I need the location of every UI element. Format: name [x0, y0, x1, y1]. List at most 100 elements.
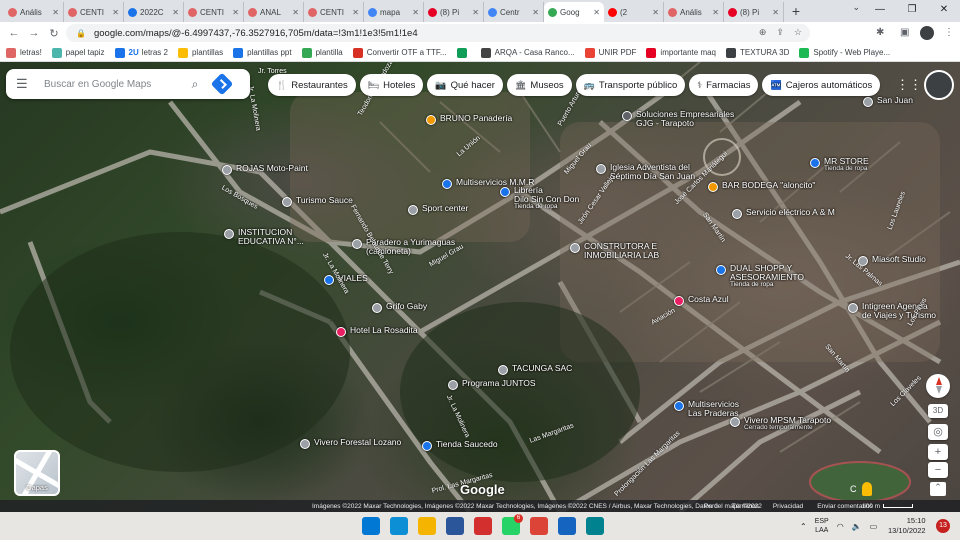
bookmark-item[interactable]: papel tapiz: [51, 47, 105, 58]
tab-close-icon[interactable]: ✕: [472, 8, 479, 17]
new-tab-button[interactable]: +: [784, 2, 808, 22]
place-pin-icon[interactable]: [336, 327, 346, 337]
minimize-icon[interactable]: —: [864, 0, 896, 22]
language-indicator[interactable]: ESP LAA: [815, 517, 829, 535]
back-icon[interactable]: ←: [4, 27, 24, 39]
install-icon[interactable]: ⊕: [759, 27, 767, 38]
place-pin-icon[interactable]: [596, 164, 606, 174]
browser-tab[interactable]: (2 ✕: [604, 2, 664, 22]
profile-avatar[interactable]: [920, 26, 934, 40]
file-explorer-icon[interactable]: [418, 517, 436, 535]
place-pin-icon[interactable]: [372, 303, 382, 313]
bookmark-item[interactable]: importante maq: [646, 47, 716, 58]
tab-close-icon[interactable]: ✕: [52, 8, 59, 17]
place-label[interactable]: Tienda Saucedo: [436, 440, 498, 449]
place-label[interactable]: Miasoft Studio: [872, 255, 926, 264]
edge-icon[interactable]: [390, 517, 408, 535]
browser-tab[interactable]: Goog ✕: [544, 2, 604, 22]
place-pin-icon[interactable]: [674, 296, 684, 306]
chip-farmacias[interactable]: ⚕ Farmacias: [689, 74, 759, 96]
place-label[interactable]: Iglesia Adventista del Séptimo Día San Ju…: [610, 163, 695, 181]
bookmark-item[interactable]: 2U letras 2: [114, 47, 168, 58]
browser-tab[interactable]: (8) Pi ✕: [424, 2, 484, 22]
browser-tab[interactable]: mapa ✕: [364, 2, 424, 22]
place-label[interactable]: Sport center: [422, 204, 468, 213]
tab-close-icon[interactable]: ✕: [172, 8, 179, 17]
sidebar-icon[interactable]: ▣: [900, 27, 909, 38]
place-label[interactable]: Costa Azul: [688, 295, 729, 304]
battery-icon[interactable]: ▭: [870, 522, 878, 531]
browser-tab[interactable]: Anális ✕: [664, 2, 724, 22]
chip-cajeros-autom-ticos[interactable]: 🏧 Cajeros automáticos: [762, 74, 881, 96]
browser-tab[interactable]: 2022C ✕: [124, 2, 184, 22]
extension-icon[interactable]: ✱: [876, 27, 884, 38]
place-label[interactable]: BRUNO Panadería: [440, 114, 512, 123]
footer-link[interactable]: Perú: [704, 503, 718, 510]
place-pin-icon[interactable]: [498, 365, 508, 375]
chip-transporte-p-blico[interactable]: 🚌 Transporte público: [575, 74, 686, 96]
map-canvas[interactable]: BRUNO Panadería Soluciones Empresariales G…: [0, 62, 960, 512]
lock-icon[interactable]: 🔒: [76, 29, 86, 38]
browser-tab[interactable]: ANAL ✕: [244, 2, 304, 22]
chip-hoteles[interactable]: 🛏 Hoteles: [359, 74, 424, 96]
close-icon[interactable]: ✕: [928, 0, 960, 22]
tab-close-icon[interactable]: ✕: [652, 8, 659, 17]
place-pin-icon[interactable]: [708, 182, 718, 192]
tilt-3d-button[interactable]: 3D: [928, 404, 948, 418]
forward-icon[interactable]: →: [24, 27, 44, 39]
show-hidden-icons[interactable]: ⌃: [800, 522, 807, 531]
tab-close-icon[interactable]: ✕: [112, 8, 119, 17]
share-icon[interactable]: ⇪: [776, 27, 784, 38]
place-pin-icon[interactable]: [222, 165, 232, 175]
place-pin-icon[interactable]: [674, 401, 684, 411]
place-pin-icon[interactable]: [442, 179, 452, 189]
street-view-pegman-icon[interactable]: [862, 482, 872, 496]
bookmark-item[interactable]: UNIR PDF: [584, 47, 636, 58]
place-pin-icon[interactable]: [426, 115, 436, 125]
place-label[interactable]: Multiservicios Las Praderas: [688, 400, 739, 418]
search-input[interactable]: [44, 78, 184, 90]
menu-dots-icon[interactable]: ⋮: [944, 27, 954, 38]
place-pin-icon[interactable]: [300, 439, 310, 449]
place-pin-icon[interactable]: [352, 239, 362, 249]
tab-close-icon[interactable]: ✕: [532, 8, 539, 17]
place-label[interactable]: San Juan: [877, 96, 913, 105]
directions-icon[interactable]: [210, 72, 234, 96]
browser-tab[interactable]: Anális ✕: [4, 2, 64, 22]
store-icon[interactable]: [446, 517, 464, 535]
browser-tab[interactable]: Centr ✕: [484, 2, 544, 22]
maximize-icon[interactable]: ❐: [896, 0, 928, 22]
place-pin-icon[interactable]: [448, 380, 458, 390]
chrome-icon[interactable]: [530, 517, 548, 535]
place-label[interactable]: Grifo Gaby: [386, 302, 427, 311]
tab-close-icon[interactable]: ✕: [593, 8, 600, 17]
place-pin-icon[interactable]: [224, 229, 234, 239]
place-label[interactable]: Servicio eléctrico A & M: [746, 208, 835, 217]
bookmark-item[interactable]: Spotify - Web Playe...: [799, 47, 890, 58]
place-pin-icon[interactable]: [570, 243, 580, 253]
place-label[interactable]: Vivero MPSM Tarapoto Cerrado temporalment…: [744, 416, 831, 432]
place-label[interactable]: ROJAS Moto-Paint: [236, 164, 308, 173]
place-pin-icon[interactable]: [732, 209, 742, 219]
bookmark-star-icon[interactable]: ☆: [794, 27, 802, 38]
tab-close-icon[interactable]: ✕: [412, 8, 419, 17]
browser-tab[interactable]: (8) Pi ✕: [724, 2, 784, 22]
bookmark-item[interactable]: plantillas ppt: [233, 47, 292, 58]
place-pin-icon[interactable]: [500, 187, 510, 197]
bookmark-item[interactable]: Convertir OTF a TTF...: [352, 47, 447, 58]
footer-link[interactable]: Términos: [732, 503, 759, 510]
acrobat-icon[interactable]: [474, 517, 492, 535]
chip-restaurantes[interactable]: 🍴 Restaurantes: [268, 74, 356, 96]
footer-link[interactable]: Privacidad: [773, 503, 803, 510]
expand-icon[interactable]: ⌃: [930, 482, 946, 496]
hamburger-menu-icon[interactable]: ☰: [16, 76, 36, 92]
tab-search-icon[interactable]: ⌄: [852, 2, 860, 13]
compass-icon[interactable]: [926, 374, 950, 398]
place-pin-icon[interactable]: [863, 97, 873, 107]
chip-qu-hacer[interactable]: 📷 Qué hacer: [427, 74, 503, 96]
place-pin-icon[interactable]: [730, 417, 740, 427]
address-bar[interactable]: 🔒 google.com/maps/@-6.4997437,-76.352791…: [66, 24, 810, 42]
place-label[interactable]: Vivero Forestal Lozano: [314, 438, 401, 447]
place-pin-icon[interactable]: [282, 197, 292, 207]
place-label[interactable]: DUAL SHOPP Y ASESORAMIENTO Tienda de ropa: [730, 264, 804, 289]
